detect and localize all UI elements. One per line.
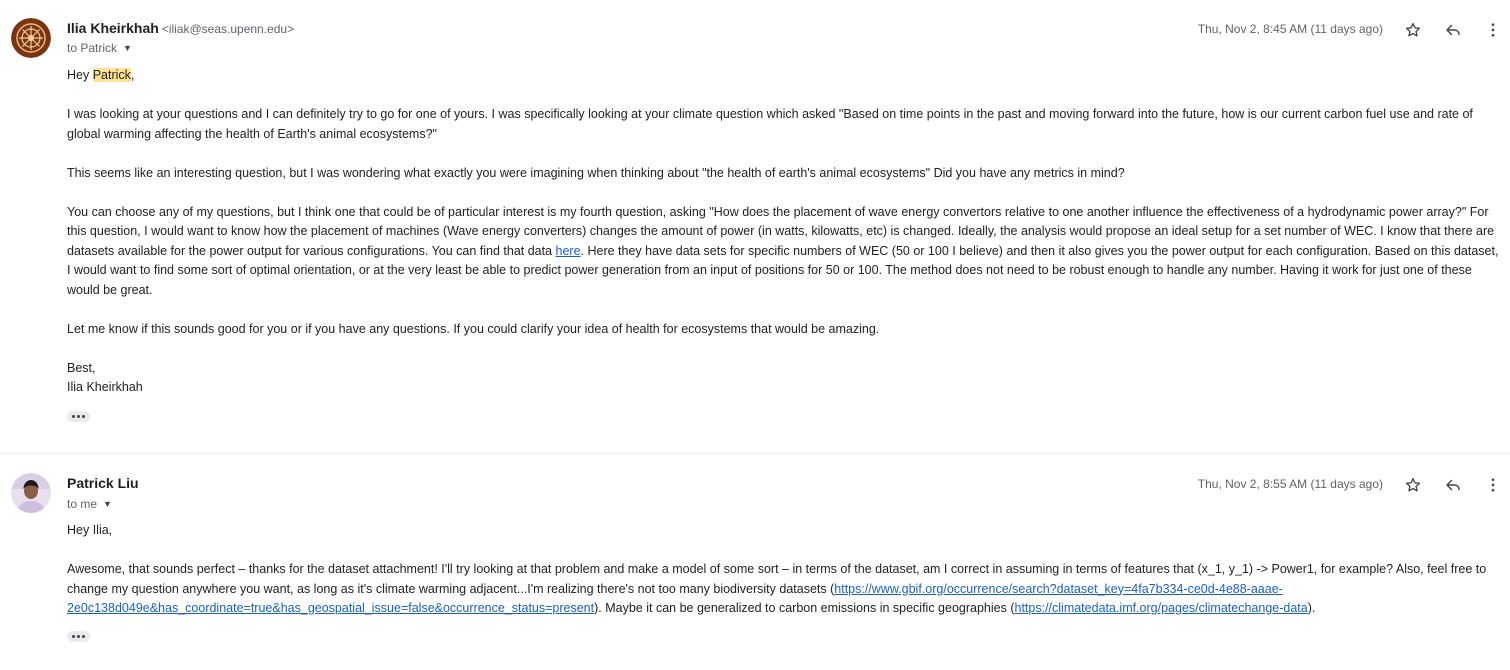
- signature-name: Ilia Kheirkhah: [67, 380, 143, 394]
- ellipsis-icon: [72, 415, 75, 418]
- greeting: Hey Patrick,: [67, 66, 1505, 86]
- greeting: Hey Ilia,: [67, 523, 113, 537]
- recipient-details[interactable]: to Patrick ▼: [67, 41, 132, 55]
- sender: Ilia Kheirkhah <iliak@seas.upenn.edu>: [67, 20, 294, 38]
- recipient-label: to me: [67, 497, 98, 511]
- sender: Patrick Liu: [67, 475, 139, 493]
- star-icon[interactable]: [1401, 18, 1425, 42]
- more-vert-icon[interactable]: [1481, 473, 1505, 497]
- paragraph-2: This seems like an interesting question,…: [67, 165, 1125, 180]
- highlighted-name: Patrick: [92, 68, 131, 82]
- paragraph-1: I was looking at your questions and I ca…: [67, 107, 1473, 141]
- more-vert-icon[interactable]: [1481, 18, 1505, 42]
- sender-name[interactable]: Patrick Liu: [67, 475, 139, 491]
- sender-name[interactable]: Ilia Kheirkhah: [67, 20, 159, 36]
- dataset-link[interactable]: here: [556, 244, 581, 258]
- greeting-prefix: Hey: [67, 68, 93, 82]
- sender-avatar[interactable]: [11, 18, 51, 58]
- recipient-details[interactable]: to me ▼: [67, 497, 112, 511]
- message-date: Thu, Nov 2, 8:45 AM (11 days ago): [1197, 22, 1383, 36]
- imf-climate-link[interactable]: https://climatedata.imf.org/pages/climat…: [1015, 601, 1308, 615]
- paragraph-1-text-end: ).: [1307, 601, 1316, 615]
- chevron-down-icon[interactable]: ▼: [103, 499, 112, 509]
- show-trimmed-content-button[interactable]: [67, 411, 90, 422]
- chevron-down-icon[interactable]: ▼: [123, 43, 132, 53]
- signature-block: Best, Ilia Kheirkhah: [67, 359, 1505, 398]
- paragraph-1-text-middle: ). Maybe it can be generalized to carbon…: [594, 601, 1015, 615]
- sender-avatar[interactable]: [11, 473, 51, 513]
- reply-icon[interactable]: [1441, 18, 1465, 42]
- ellipsis-icon: [72, 635, 75, 638]
- paragraph-1: Awesome, that sounds perfect – thanks fo…: [67, 560, 1505, 619]
- recipient-label: to Patrick: [67, 41, 118, 55]
- reply-icon[interactable]: [1441, 473, 1465, 497]
- star-icon[interactable]: [1401, 473, 1425, 497]
- show-trimmed-content-button[interactable]: [67, 631, 90, 642]
- signoff: Best,: [67, 360, 96, 375]
- email-message: Patrick Liu to me ▼ Thu, Nov 2, 8:55 AM (…: [0, 453, 1510, 670]
- greeting-suffix: ,: [130, 68, 135, 82]
- paragraph-3: You can choose any of my questions, but …: [67, 203, 1505, 301]
- message-body: Hey Ilia, Awesome, that sounds perfect –…: [67, 521, 1505, 619]
- email-message: Ilia Kheirkhah <iliak@seas.upenn.edu> to …: [0, 0, 1510, 453]
- message-body: Hey Patrick, I was looking at your quest…: [67, 66, 1505, 398]
- sender-email: <iliak@seas.upenn.edu>: [161, 22, 295, 36]
- paragraph-4: Let me know if this sounds good for you …: [67, 321, 880, 336]
- message-date: Thu, Nov 2, 8:55 AM (11 days ago): [1197, 477, 1383, 491]
